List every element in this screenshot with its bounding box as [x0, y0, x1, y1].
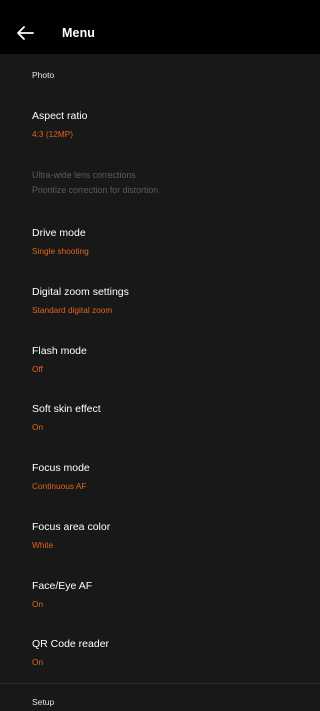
setting-title: Soft skin effect	[32, 403, 101, 415]
setting-ultra-wide-lens-corrections: Ultra-wide lens corrections Prioritize c…	[0, 170, 320, 218]
setting-value: Off	[32, 364, 43, 374]
setting-title: Focus area color	[32, 521, 111, 533]
setting-value: White	[32, 540, 54, 550]
section-header-photo: Photo	[32, 70, 55, 80]
setting-title: Ultra-wide lens corrections	[32, 170, 136, 180]
section-header-setup: Setup	[32, 697, 55, 707]
setting-title: Aspect ratio	[32, 110, 88, 122]
setting-flash-mode[interactable]: Flash mode Off	[0, 345, 320, 393]
setting-drive-mode[interactable]: Drive mode Single shooting	[0, 227, 320, 275]
setting-value: On	[32, 657, 44, 667]
setting-value: Continuous AF	[32, 481, 87, 491]
page-title: Menu	[62, 26, 96, 40]
setting-title: Flash mode	[32, 345, 87, 357]
section-divider	[0, 683, 320, 684]
setting-title: Face/Eye AF	[32, 580, 93, 592]
setting-aspect-ratio[interactable]: Aspect ratio 4:3 (12MP)	[0, 110, 320, 158]
setting-digital-zoom[interactable]: Digital zoom settings Standard digital z…	[0, 286, 320, 334]
app-bar: Menu	[0, 0, 320, 54]
setting-value: On	[32, 599, 44, 609]
arrow-left-icon[interactable]	[14, 24, 36, 42]
setting-value: Prioritize correction for distortion	[32, 185, 159, 195]
setting-value: On	[32, 422, 44, 432]
setting-value: Single shooting	[32, 246, 89, 256]
settings-list: Photo Aspect ratio 4:3 (12MP) Ultra-wide…	[0, 54, 320, 711]
setting-title: Drive mode	[32, 227, 86, 239]
setting-face-eye-af[interactable]: Face/Eye AF On	[0, 580, 320, 628]
setting-value: Standard digital zoom	[32, 305, 113, 315]
setting-focus-area-color[interactable]: Focus area color White	[0, 521, 320, 569]
setting-title: Focus mode	[32, 462, 90, 474]
setting-qr-code-reader[interactable]: QR Code reader On	[0, 638, 320, 686]
setting-value: 4:3 (12MP)	[32, 129, 74, 139]
setting-soft-skin-effect[interactable]: Soft skin effect On	[0, 403, 320, 451]
setting-title: QR Code reader	[32, 638, 110, 650]
setting-title: Digital zoom settings	[32, 286, 129, 298]
setting-focus-mode[interactable]: Focus mode Continuous AF	[0, 462, 320, 510]
